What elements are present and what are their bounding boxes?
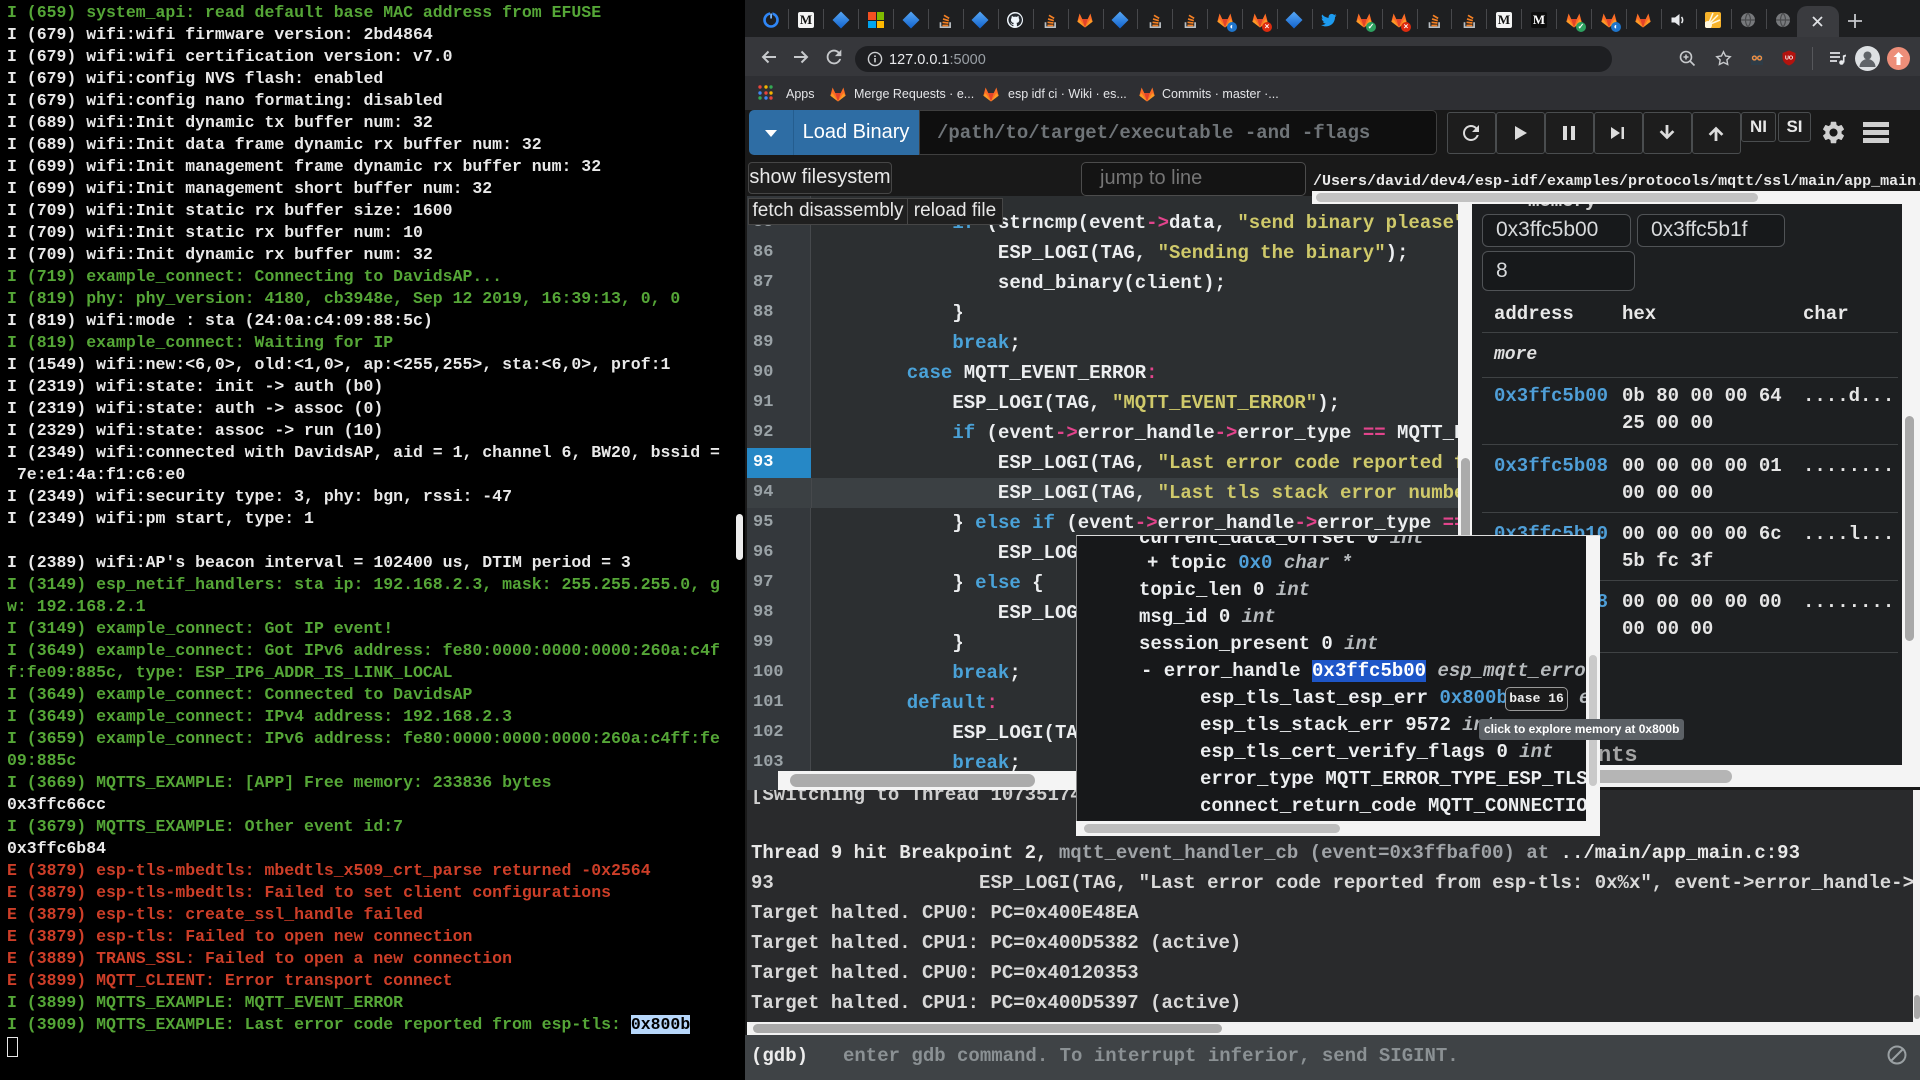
svg-text:UO: UO <box>1785 56 1793 62</box>
